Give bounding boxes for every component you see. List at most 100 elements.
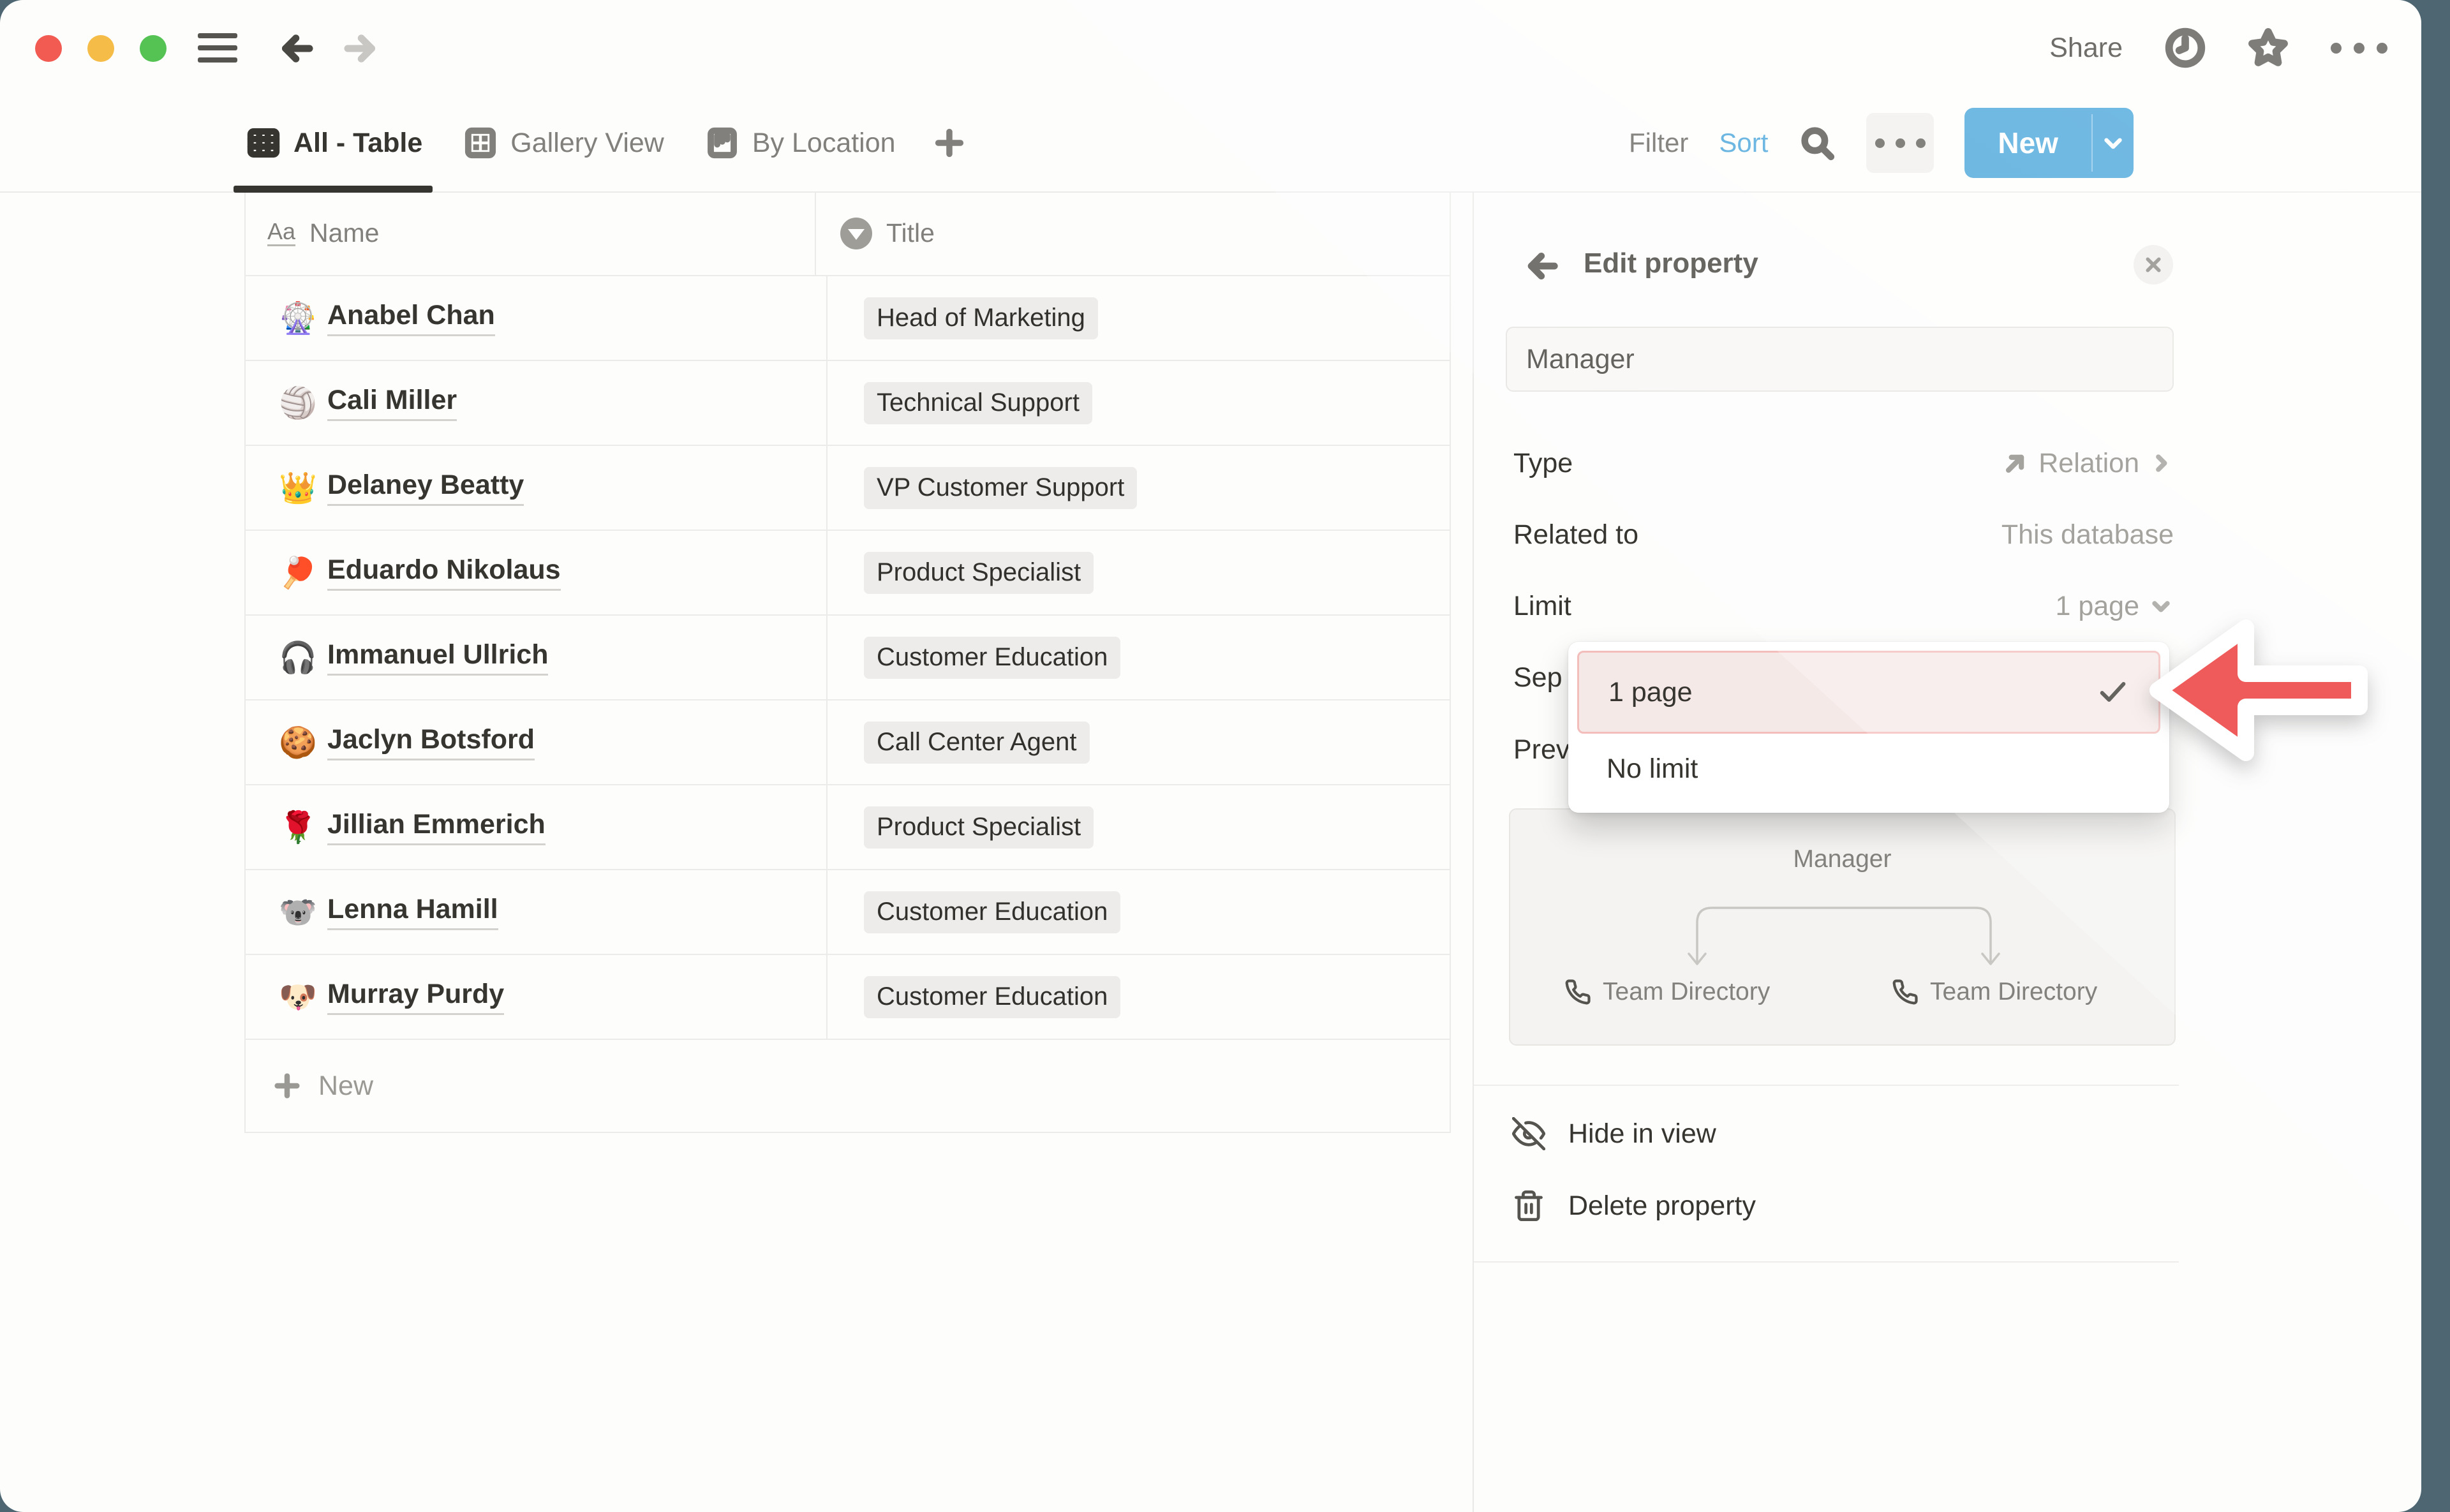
title-property-icon: Aa xyxy=(267,220,295,246)
minimize-window-button[interactable] xyxy=(87,35,114,62)
property-row-related-to[interactable]: Related to This database xyxy=(1513,506,2174,563)
tab-label: All - Table xyxy=(293,128,422,159)
panel-close-button[interactable] xyxy=(2134,245,2173,285)
column-header-title[interactable]: Title xyxy=(816,191,1450,275)
dropdown-option-no-limit[interactable]: No limit xyxy=(1577,734,2160,804)
table-row: 🐨 Lenna Hamill Customer Education xyxy=(246,870,1450,955)
zoom-window-button[interactable] xyxy=(140,35,167,62)
title-cell[interactable]: Customer Education xyxy=(828,870,1450,954)
sort-button[interactable]: Sort xyxy=(1719,128,1768,158)
preview-child-right: Team Directory xyxy=(1892,978,2097,1006)
dropdown-option-1-page[interactable]: 1 page xyxy=(1577,651,2160,734)
table-row: 🌹 Jillian Emmerich Product Specialist xyxy=(246,785,1450,870)
new-button[interactable]: New xyxy=(1964,108,2134,178)
page-name-link[interactable]: Jaclyn Botsford xyxy=(327,724,535,760)
table-body: 🎡 Anabel Chan Head of Marketing 🏐 Cali M… xyxy=(246,276,1450,1040)
new-button-label[interactable]: New xyxy=(1964,108,2091,178)
search-icon[interactable] xyxy=(1799,124,1836,161)
table-row: 🏓 Eduardo Nikolaus Product Specialist xyxy=(246,531,1450,616)
title-cell[interactable]: Product Specialist xyxy=(828,785,1450,869)
new-row-label: New xyxy=(318,1071,373,1102)
favorite-star-icon[interactable] xyxy=(2248,27,2289,68)
table-row: 🎡 Anabel Chan Head of Marketing xyxy=(246,276,1450,361)
table-header-row: Aa Name Title xyxy=(246,191,1450,276)
preview-child-left: Team Directory xyxy=(1564,978,1770,1006)
name-cell[interactable]: 🎡 Anabel Chan xyxy=(246,276,828,360)
page-name-link[interactable]: Eduardo Nikolaus xyxy=(327,554,561,590)
view-options-button[interactable] xyxy=(1866,113,1934,173)
panel-section-divider xyxy=(1474,1261,2179,1263)
delete-property-button[interactable]: Delete property xyxy=(1512,1175,2150,1236)
page-emoji-icon: 🐨 xyxy=(279,894,316,930)
table-row: 🐶 Murray Purdy Customer Education xyxy=(246,955,1450,1040)
share-button[interactable]: Share xyxy=(2049,33,2123,64)
page-name-link[interactable]: Immanuel Ullrich xyxy=(327,639,548,675)
title-cell[interactable]: Call Center Agent xyxy=(828,700,1450,784)
page-emoji-icon: 🎧 xyxy=(279,639,316,676)
property-row-type[interactable]: Type Relation xyxy=(1513,434,2174,492)
filter-button[interactable]: Filter xyxy=(1629,128,1688,158)
tab-gallery-view[interactable]: Gallery View xyxy=(463,96,664,190)
annotation-arrow-left-icon xyxy=(2149,614,2404,767)
updates-clock-icon[interactable] xyxy=(2165,27,2206,68)
column-header-name[interactable]: Aa Name xyxy=(246,191,816,275)
page-name-link[interactable]: Anabel Chan xyxy=(327,300,495,336)
title-cell[interactable]: Head of Marketing xyxy=(828,276,1450,360)
add-view-button[interactable] xyxy=(933,96,966,190)
title-tag: Product Specialist xyxy=(864,552,1094,594)
tab-all-table[interactable]: All - Table xyxy=(246,96,422,190)
board-view-icon xyxy=(705,126,739,160)
sidebar-toggle-icon[interactable] xyxy=(198,33,237,63)
property-row-limit[interactable]: Limit 1 page xyxy=(1513,577,2174,635)
property-label: Limit xyxy=(1513,591,1571,622)
preview-child-label: Team Directory xyxy=(1930,978,2097,1006)
chevron-right-icon xyxy=(2148,450,2174,476)
page-name-link[interactable]: Murray Purdy xyxy=(327,979,504,1014)
name-cell[interactable]: 🏐 Cali Miller xyxy=(246,361,828,445)
name-cell[interactable]: 🐨 Lenna Hamill xyxy=(246,870,828,954)
window-more-options-icon[interactable] xyxy=(2331,27,2387,68)
page-emoji-icon: 🍪 xyxy=(279,724,316,760)
traffic-lights xyxy=(35,35,167,62)
title-tag: VP Customer Support xyxy=(864,467,1137,509)
name-cell[interactable]: 🌹 Jillian Emmerich xyxy=(246,785,828,869)
property-value: This database xyxy=(2001,519,2174,551)
title-tag: Customer Education xyxy=(864,891,1120,933)
preview-child-label: Team Directory xyxy=(1603,978,1770,1006)
chevron-down-icon xyxy=(2100,130,2127,156)
check-icon xyxy=(2096,676,2129,709)
page-name-link[interactable]: Lenna Hamill xyxy=(327,894,498,930)
new-dropdown-button[interactable] xyxy=(2093,108,2134,178)
page-name-link[interactable]: Jillian Emmerich xyxy=(327,809,546,845)
panel-section-divider xyxy=(1474,1085,2179,1086)
title-cell[interactable]: Customer Education xyxy=(828,616,1450,699)
name-cell[interactable]: 👑 Delaney Beatty xyxy=(246,446,828,530)
title-cell[interactable]: VP Customer Support xyxy=(828,446,1450,530)
action-label: Hide in view xyxy=(1568,1118,1716,1150)
panel-back-icon[interactable] xyxy=(1524,248,1561,285)
column-label: Name xyxy=(309,218,379,248)
title-cell[interactable]: Customer Education xyxy=(828,955,1450,1039)
property-value: Relation xyxy=(2038,448,2139,479)
option-label: 1 page xyxy=(1608,677,1693,708)
name-cell[interactable]: 🎧 Immanuel Ullrich xyxy=(246,616,828,699)
back-arrow-icon[interactable] xyxy=(278,29,316,68)
select-property-icon xyxy=(840,218,872,249)
tab-by-location[interactable]: By Location xyxy=(705,96,896,190)
name-cell[interactable]: 🍪 Jaclyn Botsford xyxy=(246,700,828,784)
property-name-input[interactable] xyxy=(1506,327,2174,392)
name-cell[interactable]: 🏓 Eduardo Nikolaus xyxy=(246,531,828,614)
forward-arrow-icon[interactable] xyxy=(341,29,380,68)
title-cell[interactable]: Product Specialist xyxy=(828,531,1450,614)
close-window-button[interactable] xyxy=(35,35,62,62)
name-cell[interactable]: 🐶 Murray Purdy xyxy=(246,955,828,1039)
preview-label-fragment: Prev xyxy=(1513,734,1570,766)
hide-in-view-button[interactable]: Hide in view xyxy=(1512,1103,2150,1164)
page-emoji-icon: 🌹 xyxy=(279,809,316,845)
title-cell[interactable]: Technical Support xyxy=(828,361,1450,445)
new-row-button[interactable]: New xyxy=(246,1040,1450,1133)
page-name-link[interactable]: Cali Miller xyxy=(327,385,457,420)
title-tag: Technical Support xyxy=(864,382,1092,424)
option-label: No limit xyxy=(1607,753,1698,785)
page-name-link[interactable]: Delaney Beatty xyxy=(327,470,524,505)
